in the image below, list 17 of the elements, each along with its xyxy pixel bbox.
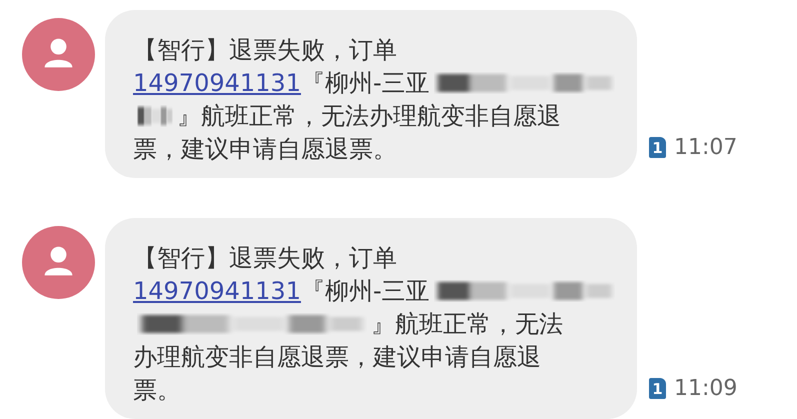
contact-avatar[interactable] (22, 226, 95, 299)
message-text: 【智行】退票失败，订单 (133, 242, 397, 274)
sim-badge: 1 (649, 378, 666, 399)
sim-badge: 1 (649, 137, 666, 158)
contact-avatar[interactable] (22, 18, 95, 91)
message-text: 『柳州-三亚 (300, 68, 430, 98)
message-time: 11:07 (674, 135, 738, 160)
message-time: 11:09 (674, 376, 738, 401)
order-number-link[interactable]: 14970941131 (133, 276, 301, 304)
message-text: 』航班正常，无法办理航变非自愿退 (177, 100, 561, 132)
message-text: 票。 (133, 374, 181, 406)
message-text: 』航班正常，无法 (371, 308, 563, 340)
message-text: 【智行】退票失败，订单 (133, 34, 397, 66)
order-number-link[interactable]: 14970941131 (133, 68, 301, 96)
message-text: 票，建议申请自愿退票。 (133, 134, 397, 164)
message-text: 『柳州-三亚 (300, 276, 430, 306)
message-text: 办理航变非自愿退票，建议申请自愿退 (133, 342, 541, 372)
